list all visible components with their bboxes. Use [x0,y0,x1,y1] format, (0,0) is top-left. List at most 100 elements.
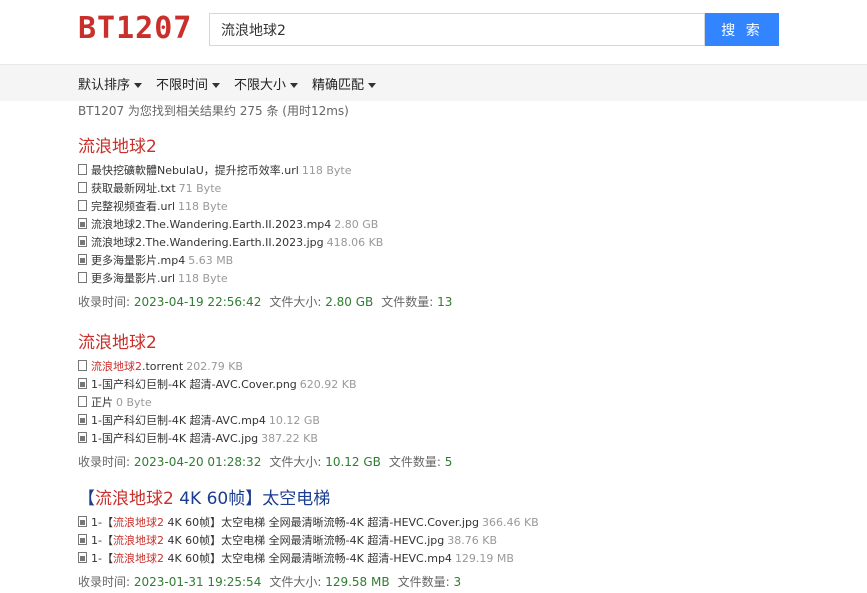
file-name: 4K 60帧】太空电梯 全网最清晰流畅-4K 超清-HEVC.jpg [163,534,445,547]
file-row: 1-国产科幻巨制-4K 超清-AVC.Cover.png 620.92 KB [78,376,460,394]
meta-count-value: 13 [437,295,453,309]
media-file-icon [78,534,87,545]
result-title-prefix: 【 [78,489,95,509]
result-meta: 收录时间: 2023-01-31 19:25:54 文件大小: 129.58 MB… [78,573,539,591]
file-name-prefix: 1-【 [91,552,113,565]
result-title-rest: 4K 60帧】太空电梯 [173,489,331,509]
file-icon [78,182,87,193]
sort-filter-label: 默认排序 [78,78,131,93]
file-name-highlight: 流浪地球2 [112,552,164,565]
file-name: 最快挖礦軟體NebulaU，提升挖币效率.url [91,164,299,177]
file-name: .torrent [142,360,184,373]
file-size: 38.76 KB [447,534,498,547]
search-button[interactable]: 搜 索 [705,13,779,46]
file-row: 1-国产科幻巨制-4K 超清-AVC.mp4 10.12 GB [78,412,460,430]
file-size: 2.80 GB [334,218,379,231]
result-title-link[interactable]: 流浪地球2 [78,136,460,158]
file-size: 129.19 MB [454,552,514,565]
file-size: 5.63 MB [188,254,234,267]
file-row: 1-【流浪地球2 4K 60帧】太空电梯 全网最清晰流畅-4K 超清-HEVC.… [78,550,539,568]
file-size: 10.12 GB [268,414,320,427]
site-logo[interactable]: BT1207 [78,9,192,49]
search-input[interactable] [209,13,705,46]
result-item: 【流浪地球2 4K 60帧】太空电梯 1-【流浪地球2 4K 60帧】太空电梯 全… [78,488,539,591]
file-name: 1-国产科幻巨制-4K 超清-AVC.mp4 [91,414,266,427]
result-title-highlight: 流浪地球2 [78,137,157,157]
file-size: 71 Byte [178,182,222,195]
header: BT1207 搜 索 [0,0,867,62]
caret-down-icon [368,83,377,88]
media-file-icon [78,236,87,247]
file-name: 完整视频查看.url [91,200,176,213]
meta-size-value: 129.58 MB [325,575,390,589]
meta-count-value: 3 [453,575,462,589]
file-size: 118 Byte [178,272,228,285]
size-filter[interactable]: 不限大小 [234,74,299,93]
file-name: 流浪地球2.The.Wandering.Earth.II.2023.jpg [91,236,324,249]
file-name: 1-国产科幻巨制-4K 超清-AVC.Cover.png [91,378,297,391]
file-name: 4K 60帧】太空电梯 全网最清晰流畅-4K 超清-HEVC.Cover.jpg [163,516,479,529]
caret-down-icon [290,83,299,88]
filter-bar: 默认排序 不限时间 不限大小 精确匹配 [0,64,867,101]
file-icon [78,360,87,371]
meta-count-label: 文件数量: [388,455,441,469]
meta-time-value: 2023-01-31 19:25:54 [133,575,262,589]
meta-count-value: 5 [444,455,453,469]
meta-time-value: 2023-04-20 01:28:32 [133,455,262,469]
meta-time-label: 收录时间: [78,455,131,469]
meta-size-label: 文件大小: [269,455,322,469]
file-size: 0 Byte [116,396,152,409]
file-size: 118 Byte [178,200,228,213]
result-summary: BT1207 为您找到相关结果约 275 条 (用时12ms) [78,104,349,118]
result-meta: 收录时间: 2023-04-19 22:56:42 文件大小: 2.80 GB 文件… [78,293,460,311]
result-meta: 收录时间: 2023-04-20 01:28:32 文件大小: 10.12 GB 文… [78,453,460,471]
file-row: 1-【流浪地球2 4K 60帧】太空电梯 全网最清晰流畅-4K 超清-HEVC.… [78,532,539,550]
sort-filter[interactable]: 默认排序 [78,74,143,93]
meta-count-label: 文件数量: [381,295,434,309]
file-size: 418.06 KB [326,236,384,249]
file-icon [78,396,87,407]
file-name: 1-国产科幻巨制-4K 超清-AVC.jpg [91,432,259,445]
file-row: 获取最新网址.txt 71 Byte [78,180,460,198]
media-file-icon [78,254,87,265]
size-filter-label: 不限大小 [234,78,287,93]
file-name-prefix: 1-【 [91,516,113,529]
meta-size-label: 文件大小: [269,295,322,309]
media-file-icon [78,552,87,563]
file-size: 366.46 KB [481,516,539,529]
file-row: 1-国产科幻巨制-4K 超清-AVC.jpg 387.22 KB [78,430,460,448]
file-row: 1-【流浪地球2 4K 60帧】太空电梯 全网最清晰流畅-4K 超清-HEVC.… [78,514,539,532]
file-name: 获取最新网址.txt [91,182,176,195]
media-file-icon [78,378,87,389]
match-filter[interactable]: 精确匹配 [312,74,377,93]
file-name-prefix: 1-【 [91,534,113,547]
meta-count-label: 文件数量: [397,575,450,589]
file-name: 流浪地球2.The.Wandering.Earth.II.2023.mp4 [91,218,332,231]
file-row: 最快挖礦軟體NebulaU，提升挖币效率.url 118 Byte [78,162,460,180]
media-file-icon [78,516,87,527]
file-size: 118 Byte [301,164,352,177]
file-row: 完整视频查看.url 118 Byte [78,198,460,216]
file-row: 流浪地球2.The.Wandering.Earth.II.2023.mp4 2.8… [78,216,460,234]
file-name: 更多海量影片.url [91,272,176,285]
file-name-highlight: 流浪地球2 [112,516,164,529]
file-name: 更多海量影片.mp4 [91,254,186,267]
meta-size-value: 2.80 GB [325,295,374,309]
result-title-link[interactable]: 【流浪地球2 4K 60帧】太空电梯 [78,488,539,510]
file-icon [78,200,87,211]
meta-time-value: 2023-04-19 22:56:42 [133,295,262,309]
result-item: 流浪地球2 流浪地球2.torrent 202.79 KB 1-国产科幻巨制-4K 超… [78,332,460,471]
file-icon [78,272,87,283]
match-filter-label: 精确匹配 [312,78,365,93]
result-title-highlight: 流浪地球2 [78,333,157,353]
meta-time-label: 收录时间: [78,295,131,309]
time-filter[interactable]: 不限时间 [156,74,221,93]
result-title-link[interactable]: 流浪地球2 [78,332,460,354]
file-size: 620.92 KB [299,378,357,391]
media-file-icon [78,414,87,425]
file-row: 流浪地球2.The.Wandering.Earth.II.2023.jpg 418… [78,234,460,252]
file-row: 更多海量影片.mp4 5.63 MB [78,252,460,270]
result-item: 流浪地球2 最快挖礦軟體NebulaU，提升挖币效率.url 118 Byte 获取最… [78,136,460,311]
result-title-highlight: 流浪地球2 [95,489,174,509]
meta-size-label: 文件大小: [269,575,322,589]
